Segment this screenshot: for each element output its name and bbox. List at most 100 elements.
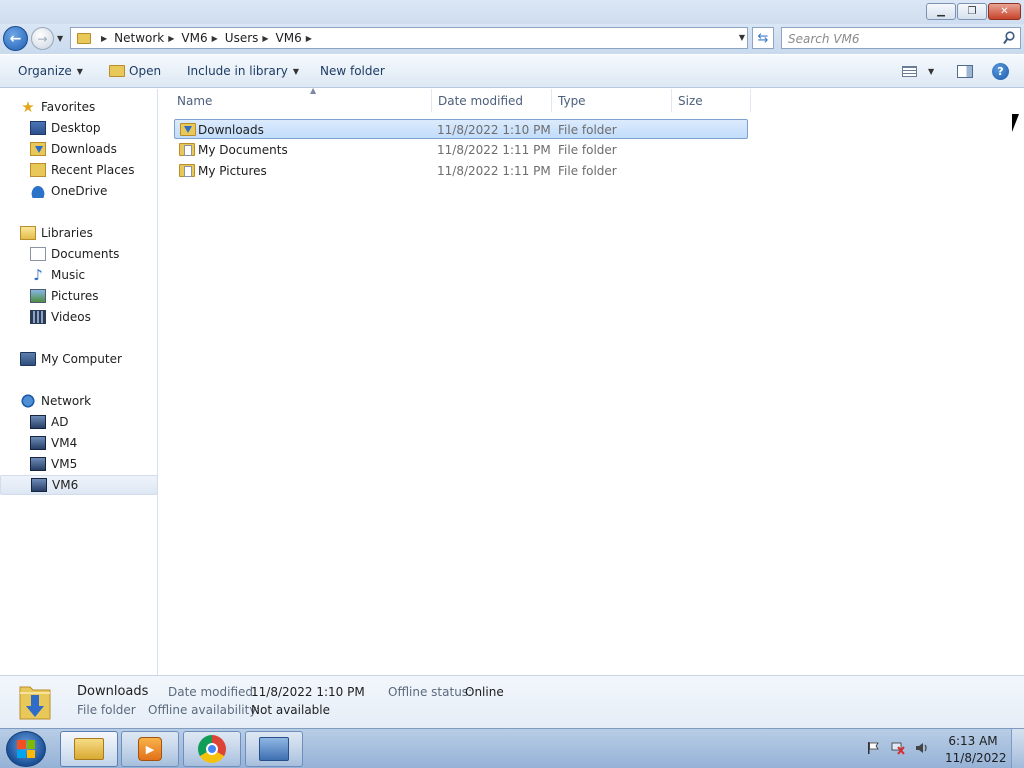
nav-label: Pictures — [51, 289, 99, 303]
windows-logo-icon — [17, 740, 35, 758]
column-header-name[interactable]: Name ▲ — [171, 86, 432, 112]
clock-time[interactable]: 6:13 AM — [945, 734, 1001, 748]
restore-icon: ❐ — [967, 6, 977, 17]
nav-label: OneDrive — [51, 184, 108, 198]
nav-item-onedrive[interactable]: OneDrive — [0, 181, 158, 201]
details-pane: Downloads File folder Date modified: 11/… — [0, 675, 1024, 728]
details-date-value: 11/8/2022 1:10 PM — [251, 685, 365, 699]
help-icon[interactable]: ? — [992, 63, 1009, 80]
file-row-my-pictures[interactable]: My Pictures 11/8/2022 1:11 PM File folde… — [174, 161, 748, 181]
file-row-my-documents[interactable]: My Documents 11/8/2022 1:11 PM File fold… — [174, 140, 748, 160]
close-icon: ✕ — [1000, 6, 1009, 17]
network-computer-icon — [31, 478, 47, 492]
breadcrumb-separator-icon[interactable]: ▶ — [306, 34, 312, 43]
breadcrumb-vm6-user[interactable]: VM6 — [276, 31, 302, 45]
maximize-button[interactable]: ❐ — [957, 3, 987, 20]
open-button[interactable]: Open — [109, 64, 161, 78]
new-folder-button[interactable]: New folder — [320, 64, 385, 78]
nav-item-vm6[interactable]: VM6 — [0, 475, 158, 495]
nav-label: Recent Places — [51, 163, 135, 177]
nav-label: AD — [51, 415, 69, 429]
search-box[interactable] — [781, 27, 1021, 49]
nav-label: My Computer — [41, 352, 122, 366]
search-icon[interactable] — [1003, 31, 1015, 45]
mouse-cursor-icon — [1012, 114, 1019, 132]
nav-item-documents[interactable]: Documents — [0, 244, 158, 264]
file-row-downloads[interactable]: Downloads 11/8/2022 1:10 PM File folder — [174, 119, 748, 139]
column-header-label: Type — [558, 93, 586, 108]
nav-item-vm4[interactable]: VM4 — [0, 433, 158, 453]
details-offline-status-label: Offline status: — [388, 685, 473, 699]
nav-item-ad[interactable]: AD — [0, 412, 158, 432]
star-icon: ★ — [21, 98, 35, 116]
nav-item-pictures[interactable]: Pictures — [0, 286, 158, 306]
view-options-dropdown-icon[interactable]: ▼ — [928, 67, 934, 76]
nav-favorites[interactable]: ★ Favorites — [0, 97, 158, 117]
address-bar[interactable]: ▶ Network ▶ VM6 ▶ Users ▶ VM6 ▶ ▼ — [70, 27, 748, 49]
sort-ascending-icon: ▲ — [310, 86, 317, 95]
details-item-name: Downloads — [77, 684, 149, 699]
search-input[interactable] — [788, 31, 988, 46]
nav-my-computer[interactable]: My Computer — [0, 349, 158, 369]
onedrive-cloud-icon — [30, 184, 46, 198]
nav-item-desktop[interactable]: Desktop — [0, 118, 158, 138]
start-button[interactable] — [6, 731, 46, 767]
nav-item-music[interactable]: ♪ Music — [0, 265, 158, 285]
chevron-down-icon: ▼ — [292, 66, 300, 76]
column-header-date-modified[interactable]: Date modified — [432, 89, 552, 112]
breadcrumb-separator-icon[interactable]: ▶ — [212, 34, 218, 43]
breadcrumb-separator-icon[interactable]: ▶ — [168, 34, 174, 43]
close-button[interactable]: ✕ — [988, 3, 1021, 20]
include-in-library-button[interactable]: Include in library ▼ — [187, 64, 299, 78]
breadcrumb-vm6[interactable]: VM6 — [181, 31, 207, 45]
taskbar-server-manager-button[interactable] — [245, 731, 303, 767]
recent-pages-dropdown-icon[interactable]: ▼ — [57, 34, 63, 43]
nav-item-vm5[interactable]: VM5 — [0, 454, 158, 474]
preview-pane-icon[interactable] — [957, 65, 973, 78]
navigation-pane: ★ Favorites Desktop Downloads Recent Plac… — [0, 89, 158, 675]
nav-label: Favorites — [41, 100, 96, 114]
minimize-button[interactable]: ▁ — [926, 3, 956, 20]
breadcrumb-separator-icon[interactable]: ▶ — [262, 34, 268, 43]
breadcrumb-users[interactable]: Users — [225, 31, 259, 45]
network-disconnected-icon[interactable] — [891, 741, 905, 755]
include-in-library-label: Include in library — [187, 64, 288, 78]
network-computer-icon — [30, 436, 46, 450]
show-desktop-button[interactable] — [1011, 729, 1024, 768]
chevron-down-icon: ▼ — [76, 66, 83, 76]
chrome-icon — [198, 735, 226, 763]
nav-libraries[interactable]: Libraries — [0, 223, 158, 243]
volume-icon[interactable] — [915, 741, 929, 755]
details-item-type: File folder — [77, 703, 136, 717]
address-history-dropdown-icon[interactable]: ▼ — [739, 33, 745, 42]
column-header-label: Date modified — [438, 93, 524, 108]
action-center-flag-icon[interactable] — [866, 741, 880, 755]
change-view-icon[interactable] — [902, 66, 917, 77]
nav-network[interactable]: Network — [0, 391, 158, 411]
network-computer-icon — [30, 457, 46, 471]
command-bar: Organize ▼ Open Include in library ▼ New f… — [0, 55, 1024, 88]
column-header-type[interactable]: Type — [552, 89, 672, 112]
downloads-folder-icon — [19, 686, 51, 720]
nav-item-videos[interactable]: Videos — [0, 307, 158, 327]
taskbar-chrome-button[interactable] — [183, 731, 241, 767]
clock-date[interactable]: 11/8/2022 — [945, 751, 1007, 765]
forward-button[interactable]: → — [31, 27, 54, 50]
taskbar-media-player-button[interactable]: ▶ — [121, 731, 179, 767]
network-computer-icon — [30, 415, 46, 429]
column-header-size[interactable]: Size — [672, 89, 751, 112]
taskbar-explorer-button[interactable] — [60, 731, 118, 767]
title-bar: ▁ ❐ ✕ — [0, 0, 1024, 26]
nav-label: Desktop — [51, 121, 101, 135]
downloads-folder-icon — [180, 123, 196, 136]
breadcrumb-separator-icon[interactable]: ▶ — [101, 34, 107, 43]
file-list: Name ▲ Date modified Type Size Downloads… — [159, 86, 1024, 675]
back-button[interactable]: ← — [3, 26, 28, 51]
refresh-button[interactable]: ⇆ — [752, 27, 774, 49]
nav-item-recent-places[interactable]: Recent Places — [0, 160, 158, 180]
media-player-icon: ▶ — [138, 737, 162, 761]
breadcrumb-network[interactable]: Network — [114, 31, 164, 45]
libraries-icon — [20, 226, 36, 240]
organize-button[interactable]: Organize ▼ — [18, 64, 83, 78]
nav-item-downloads[interactable]: Downloads — [0, 139, 158, 159]
